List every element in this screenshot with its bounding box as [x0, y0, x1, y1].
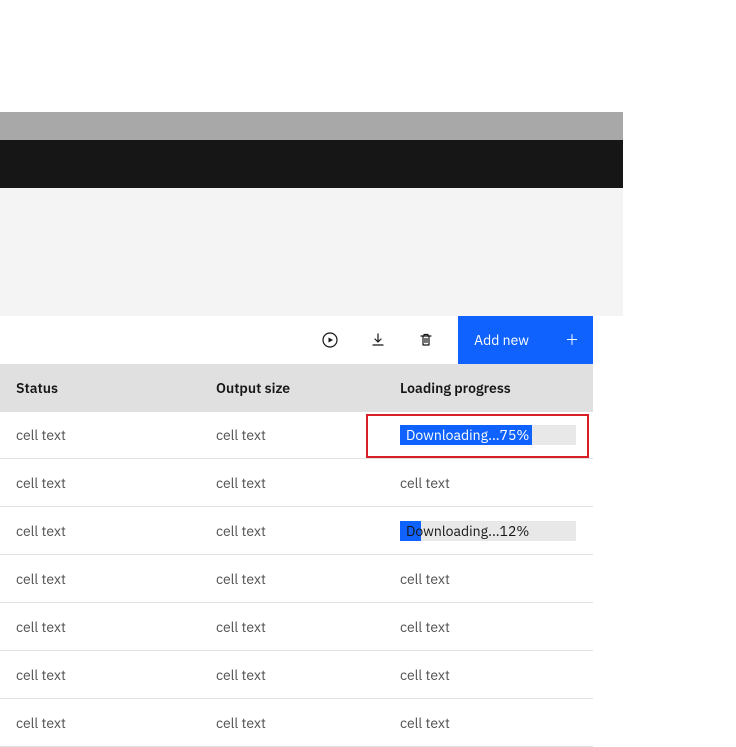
cell-status: cell text [0, 426, 200, 444]
subheader-area [0, 188, 623, 316]
cell-output-size: cell text [200, 474, 384, 492]
download-icon [370, 332, 386, 348]
download-button[interactable] [354, 316, 402, 364]
table-row[interactable]: cell text cell text cell text [0, 700, 593, 747]
cell-status: cell text [0, 474, 200, 492]
table-row[interactable]: cell text cell text cell text [0, 460, 593, 507]
cell-status: cell text [0, 570, 200, 588]
table-row[interactable]: cell text cell text cell text [0, 604, 593, 651]
cell-output-size: cell text [200, 666, 384, 684]
cell-output-size: cell text [200, 426, 384, 444]
add-new-label: Add new [474, 331, 529, 349]
table-toolbar: Add new ＋ [0, 316, 593, 364]
plus-icon: ＋ [565, 333, 579, 347]
table-row[interactable]: cell text cell text Downloading...75% [0, 412, 593, 459]
cell-loading-progress: cell text [384, 618, 593, 636]
cell-status: cell text [0, 618, 200, 636]
header-output-size: Output size [200, 379, 384, 397]
cell-output-size: cell text [200, 522, 384, 540]
progress-text: Downloading...75% [400, 426, 529, 444]
cell-status: cell text [0, 666, 200, 684]
header-status: Status [0, 379, 200, 397]
progress-bar: Downloading...75% [400, 425, 576, 445]
delete-button[interactable] [402, 316, 450, 364]
play-button[interactable] [306, 316, 354, 364]
progress-text: Downloading...12% [400, 522, 529, 540]
cell-loading-progress: Downloading...75% [384, 425, 593, 445]
play-icon [322, 332, 338, 348]
table-row[interactable]: cell text cell text cell text [0, 652, 593, 699]
cell-loading-progress: cell text [384, 666, 593, 684]
cell-status: cell text [0, 714, 200, 732]
cell-loading-progress: cell text [384, 714, 593, 732]
cell-loading-progress: cell text [384, 570, 593, 588]
table-row[interactable]: cell text cell text cell text [0, 556, 593, 603]
header-bar [0, 140, 623, 188]
add-new-button[interactable]: Add new ＋ [458, 316, 593, 364]
cell-status: cell text [0, 522, 200, 540]
background-strip-gray [0, 112, 623, 140]
cell-loading-progress: cell text [384, 474, 593, 492]
header-loading-progress: Loading progress [384, 379, 593, 397]
table-row[interactable]: cell text cell text Downloading...12% [0, 508, 593, 555]
cell-output-size: cell text [200, 714, 384, 732]
progress-bar: Downloading...12% [400, 521, 576, 541]
table-header-row: Status Output size Loading progress [0, 364, 593, 412]
cell-output-size: cell text [200, 618, 384, 636]
trash-icon [418, 332, 434, 348]
cell-output-size: cell text [200, 570, 384, 588]
cell-loading-progress: Downloading...12% [384, 521, 593, 541]
